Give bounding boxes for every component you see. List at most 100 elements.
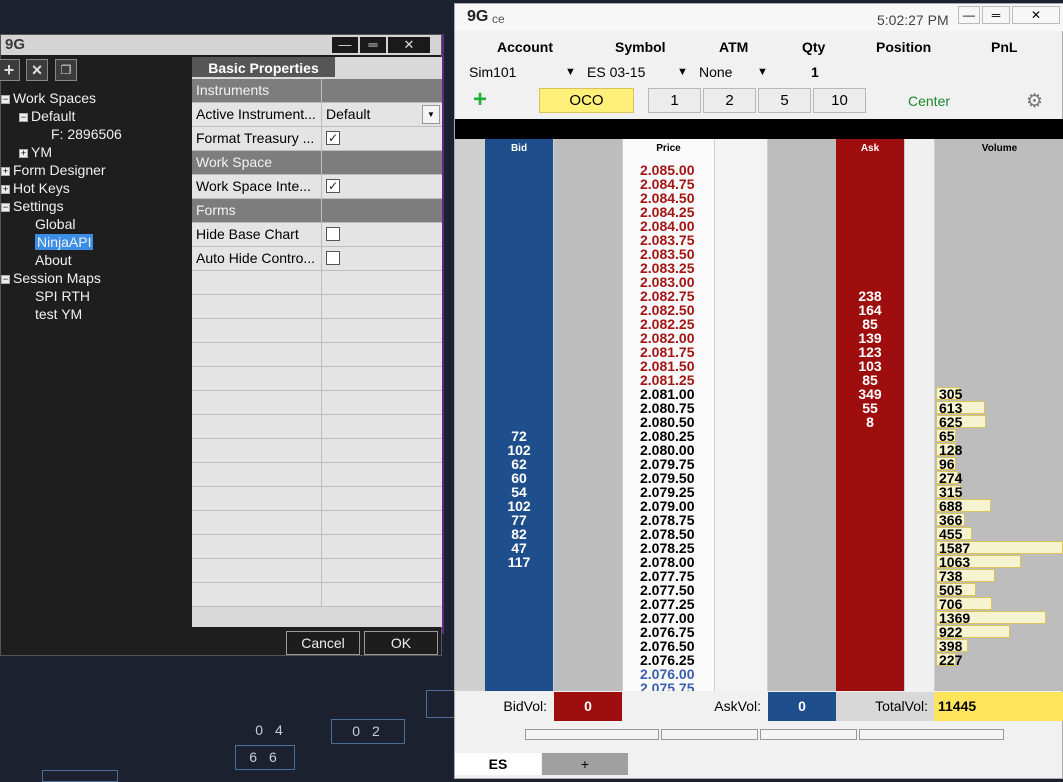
ask-size-cell[interactable]: 103	[836, 359, 904, 373]
price-cell[interactable]: 2.082.25	[640, 317, 695, 331]
qty-button-5[interactable]: 5	[758, 88, 811, 113]
expander-icon[interactable]: −	[1, 202, 10, 212]
maximize-button[interactable]: ═	[360, 37, 386, 53]
price-cell[interactable]: 2.079.00	[640, 499, 695, 513]
chevron-down-icon[interactable]: ▼	[677, 66, 688, 78]
property-value[interactable]: ✓	[322, 127, 442, 150]
tree-item[interactable]: − Default	[19, 107, 75, 125]
property-value[interactable]	[322, 223, 442, 246]
price-cell[interactable]: 2.079.75	[640, 457, 695, 471]
qty-button-1[interactable]: 1	[648, 88, 701, 113]
bid-size-cell[interactable]: 60	[485, 471, 553, 485]
expander-icon[interactable]: −	[19, 112, 28, 122]
price-cell[interactable]: 2.081.25	[640, 373, 695, 387]
ask-size-cell[interactable]: 164	[836, 303, 904, 317]
bid-size-cell[interactable]: 117	[485, 555, 553, 569]
price-cell[interactable]: 2.078.50	[640, 527, 695, 541]
price-cell[interactable]: 2.084.25	[640, 205, 695, 219]
price-cell[interactable]: 2.076.50	[640, 639, 695, 653]
price-cell[interactable]: 2.080.75	[640, 401, 695, 415]
price-cell[interactable]: 2.081.75	[640, 345, 695, 359]
action-button[interactable]	[525, 729, 659, 740]
chevron-down-icon[interactable]: ▼	[422, 105, 440, 124]
property-row[interactable]: Work Space Inte... ✓	[192, 175, 442, 199]
property-value[interactable]: Default ▼	[322, 103, 442, 126]
price-cell[interactable]: 2.079.50	[640, 471, 695, 485]
price-cell[interactable]: 2.083.25	[640, 261, 695, 275]
oco-button[interactable]: OCO	[539, 88, 634, 113]
price-cell[interactable]: 2.084.75	[640, 177, 695, 191]
property-row[interactable]: Active Instrument... Default ▼	[192, 103, 442, 127]
price-cell[interactable]: 2.076.75	[640, 625, 695, 639]
tree-item[interactable]: F: 2896506	[39, 125, 122, 143]
dom-titlebar[interactable]: 9G ce 5:02:27 PM — ═ ✕	[455, 4, 1063, 31]
price-cell[interactable]: 2.076.00	[640, 667, 695, 681]
action-button[interactable]	[661, 729, 758, 740]
buy-column[interactable]	[554, 139, 622, 691]
tree-item[interactable]: test YM	[23, 305, 82, 323]
bid-size-cell[interactable]: 102	[485, 443, 553, 457]
qty-button-2[interactable]: 2	[703, 88, 756, 113]
price-cell[interactable]: 2.082.50	[640, 303, 695, 317]
minimize-button[interactable]: —	[332, 37, 358, 53]
bg-grid-cell[interactable]: 0 2	[331, 719, 405, 744]
price-cell[interactable]: 2.080.50	[640, 415, 695, 429]
tree-item[interactable]: About	[23, 251, 72, 269]
ask-size-cell[interactable]: 8	[836, 415, 904, 429]
bid-column[interactable]	[485, 139, 553, 691]
price-cell[interactable]: 2.079.25	[640, 485, 695, 499]
tree-item[interactable]: + Form Designer	[1, 161, 106, 179]
checkbox[interactable]	[326, 251, 340, 266]
cancel-button[interactable]: Cancel	[286, 631, 360, 655]
tree-item[interactable]: NinjaAPI	[23, 233, 94, 251]
qty-button-10[interactable]: 10	[813, 88, 866, 113]
action-button[interactable]	[760, 729, 857, 740]
property-value[interactable]: ✓	[322, 175, 442, 198]
maximize-button[interactable]: ═	[982, 6, 1010, 24]
atm-select[interactable]: None	[699, 64, 732, 80]
checkbox[interactable]	[326, 227, 340, 242]
bid-size-cell[interactable]: 77	[485, 513, 553, 527]
price-cell[interactable]: 2.075.75	[640, 681, 695, 691]
ok-button[interactable]: OK	[364, 631, 438, 655]
action-button[interactable]	[859, 729, 1004, 740]
price-cell[interactable]: 2.083.00	[640, 275, 695, 289]
price-cell[interactable]: 2.084.00	[640, 219, 695, 233]
price-cell[interactable]: 2.082.00	[640, 331, 695, 345]
price-cell[interactable]: 2.084.50	[640, 191, 695, 205]
plus-icon[interactable]: +	[473, 88, 487, 112]
delete-icon[interactable]: ×	[26, 59, 48, 81]
tab-basic-properties[interactable]: Basic Properties	[192, 57, 335, 77]
tree-item[interactable]: − Work Spaces	[1, 89, 96, 107]
price-cell[interactable]: 2.080.00	[640, 443, 695, 457]
property-value[interactable]	[322, 199, 442, 222]
ask-size-cell[interactable]: 85	[836, 317, 904, 331]
account-select[interactable]: Sim101	[469, 64, 516, 80]
workspace-titlebar[interactable]: 9G — ═ ✕	[1, 35, 441, 55]
symbol-select[interactable]: ES 03-15	[587, 64, 645, 80]
sell-column[interactable]	[768, 139, 836, 691]
property-value[interactable]	[322, 79, 442, 102]
close-button[interactable]: ✕	[1012, 6, 1060, 24]
property-value[interactable]	[322, 247, 442, 270]
ask-size-cell[interactable]: 139	[836, 331, 904, 345]
qty-value[interactable]: 1	[811, 64, 819, 80]
price-cell[interactable]: 2.078.25	[640, 541, 695, 555]
chevron-down-icon[interactable]: ▼	[565, 66, 576, 78]
property-row[interactable]: Auto Hide Contro...	[192, 247, 442, 271]
ask-size-cell[interactable]: 85	[836, 373, 904, 387]
bid-size-cell[interactable]: 82	[485, 527, 553, 541]
property-value[interactable]	[322, 151, 442, 174]
price-cell[interactable]: 2.078.75	[640, 513, 695, 527]
bg-grid-cell[interactable]: 6 6	[235, 745, 295, 770]
price-cell[interactable]: 2.083.50	[640, 247, 695, 261]
bid-size-cell[interactable]: 72	[485, 429, 553, 443]
add-icon[interactable]: +	[0, 59, 20, 81]
center-button[interactable]: Center	[908, 93, 950, 109]
ask-size-cell[interactable]: 349	[836, 387, 904, 401]
property-row[interactable]: Hide Base Chart	[192, 223, 442, 247]
bid-size-cell[interactable]: 62	[485, 457, 553, 471]
ask-size-cell[interactable]: 55	[836, 401, 904, 415]
checkbox[interactable]: ✓	[326, 179, 340, 194]
price-cell[interactable]: 2.081.00	[640, 387, 695, 401]
